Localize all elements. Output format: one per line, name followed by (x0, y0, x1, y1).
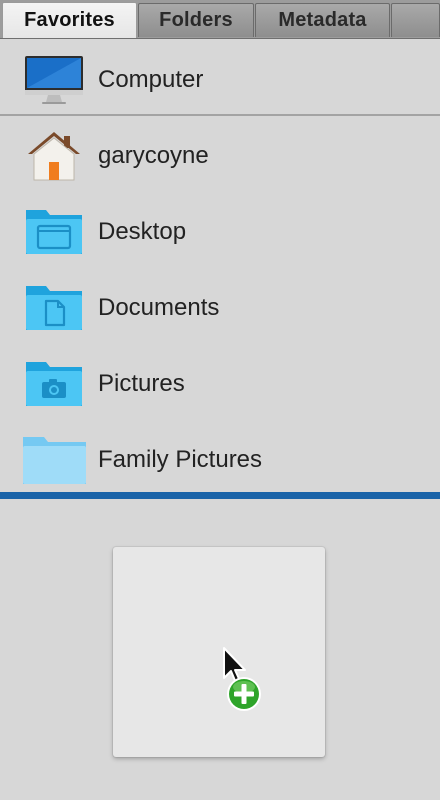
favorite-item-label: Documents (98, 294, 220, 321)
favorite-item-documents[interactable]: Documents (0, 270, 440, 346)
favorite-item-pictures[interactable]: Pictures (0, 346, 440, 422)
favorite-item-label: Pictures (98, 370, 185, 397)
section-divider (0, 114, 440, 116)
home-folder-icon (28, 132, 80, 181)
favorite-item-label: Computer (98, 66, 204, 93)
tab-folders[interactable]: Folders (138, 3, 254, 37)
tab-favorites[interactable]: Favorites (2, 2, 137, 38)
drag-preview-tile (113, 547, 325, 757)
favorite-item-desktop[interactable]: Desktop (0, 194, 440, 270)
favorite-item-label: Desktop (98, 218, 187, 245)
favorite-item-home[interactable]: garycoyne (0, 118, 440, 194)
documents-folder-icon (26, 286, 82, 330)
copy-cursor-icon (223, 647, 261, 711)
tab-metadata[interactable]: Metadata (255, 3, 390, 37)
tab-bar: Favorites Folders Metadata (0, 0, 440, 39)
favorite-item-computer[interactable]: Computer (0, 42, 440, 118)
favorite-item-label: Family Pictures (98, 446, 263, 473)
green-plus-icon (227, 677, 261, 711)
generic-folder-icon (23, 437, 86, 484)
imac-computer-icon (25, 56, 83, 104)
pictures-folder-icon (26, 362, 82, 406)
favorite-item-label: garycoyne (98, 142, 209, 169)
tab-bar-filler (391, 3, 440, 37)
desktop-folder-icon (26, 210, 82, 254)
favorite-item-family-pictures[interactable]: Family Pictures (0, 422, 440, 498)
drop-insertion-indicator (0, 492, 440, 499)
